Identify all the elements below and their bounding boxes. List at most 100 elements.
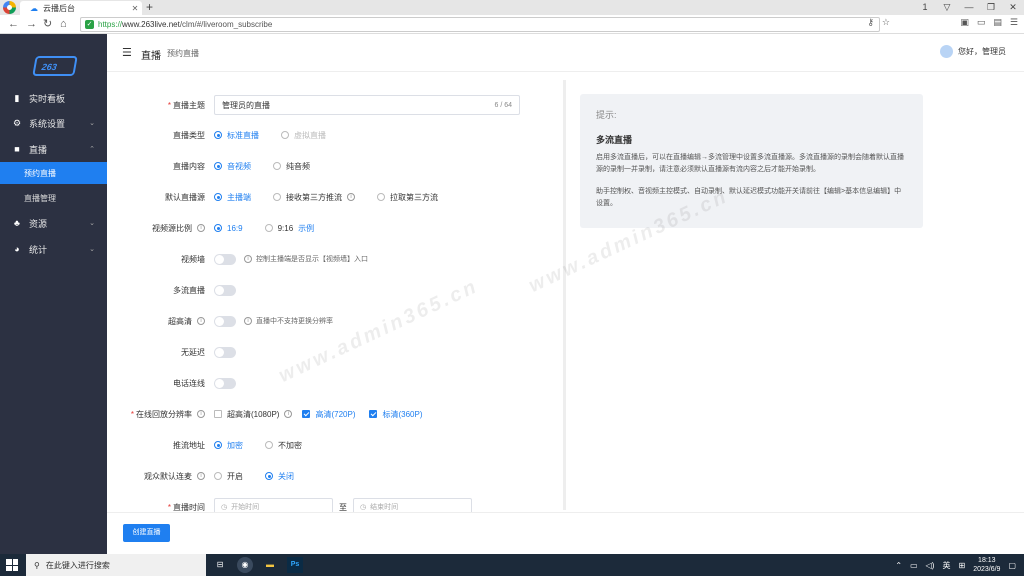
avatar bbox=[940, 45, 953, 58]
sidebar-subitem-label: 直播管理 bbox=[24, 193, 56, 203]
photoshop-icon[interactable]: Ps bbox=[287, 557, 303, 573]
menu-toggle-icon[interactable]: ☰ bbox=[122, 46, 132, 59]
home-icon[interactable]: ⌂ bbox=[60, 15, 67, 34]
tips-header: 提示: bbox=[596, 110, 617, 120]
sidebar-item-resources[interactable]: ♣ 资源 ⌄ bbox=[0, 212, 107, 234]
info-icon: i bbox=[244, 255, 252, 263]
close-window-icon[interactable]: ✕ bbox=[1002, 0, 1024, 15]
radio-encrypted[interactable]: 加密 bbox=[214, 440, 243, 451]
tips-title: 多流直播 bbox=[596, 135, 633, 145]
checkbox-1080p[interactable]: 超高清(1080P) i bbox=[214, 409, 293, 420]
sidebar-item-scheduled-live[interactable]: 预约直播 bbox=[0, 162, 107, 184]
sidebar-item-live[interactable]: ■ 直播 ⌃ bbox=[0, 138, 107, 160]
nodelay-toggle[interactable] bbox=[214, 346, 236, 358]
translate-icon[interactable]: ▤ bbox=[993, 17, 1002, 28]
sidebar-item-dashboard[interactable]: ▮ 实时看板 bbox=[0, 87, 107, 109]
field-label: 直播类型 bbox=[173, 130, 205, 140]
radio-virtual-live[interactable]: 虚拟直播 bbox=[281, 130, 326, 141]
extension-icons: ▣ ▭ ▤ ☰ bbox=[960, 17, 1018, 28]
volume-icon[interactable]: ◁) bbox=[926, 561, 935, 570]
example-link[interactable]: 示例 bbox=[298, 223, 314, 234]
sidebar-item-statistics[interactable]: ◕ 统计 ⌄ bbox=[0, 238, 107, 260]
network-icon[interactable]: ▭ bbox=[910, 561, 918, 570]
browser-logo-icon[interactable] bbox=[3, 1, 16, 14]
field-label: 超高清 i bbox=[168, 316, 205, 327]
close-tab-icon[interactable]: ✕ bbox=[128, 4, 142, 13]
browser-tab[interactable]: ☁ 云播后台 ✕ bbox=[20, 1, 142, 15]
tray-up-icon[interactable]: ⌃ bbox=[895, 561, 902, 570]
forward-icon[interactable]: → bbox=[26, 15, 37, 34]
help-icon[interactable]: i bbox=[347, 193, 355, 201]
key-icon[interactable]: ⚷ bbox=[867, 17, 874, 28]
radio-ratio-9-16[interactable]: 9:16 bbox=[264, 224, 293, 233]
clock-icon: ◷ bbox=[360, 504, 367, 511]
radio-audio-video[interactable]: 音视频 bbox=[214, 161, 251, 172]
user-menu[interactable]: 您好，管理员 bbox=[940, 45, 1006, 58]
field-label: * 在线回放分辨率 i bbox=[131, 409, 205, 420]
subject-input[interactable]: 管理员的直播 6 / 64 bbox=[214, 95, 520, 115]
browser-menu-icon[interactable]: ☰ bbox=[1010, 17, 1018, 28]
browser-app-icon[interactable]: ◉ bbox=[237, 557, 253, 573]
radio-standard-live[interactable]: 标准直播 bbox=[214, 130, 259, 141]
windows-start-icon[interactable] bbox=[6, 559, 18, 571]
url-host: www.263live.net bbox=[122, 20, 180, 29]
field-label: * 直播时间 bbox=[167, 502, 205, 512]
radio-receive-push[interactable]: 接收第三方推流 i bbox=[273, 192, 355, 203]
checkbox-720p[interactable]: 高清(720P) bbox=[302, 409, 355, 420]
clock-date: 2023/6/9 bbox=[973, 566, 1001, 573]
window-count-icon[interactable]: 1 bbox=[914, 0, 936, 15]
radio-audio-only[interactable]: 纯音频 bbox=[273, 161, 310, 172]
multistream-control bbox=[214, 284, 244, 296]
videowall-toggle[interactable] bbox=[214, 253, 236, 265]
hd-toggle[interactable] bbox=[214, 315, 236, 327]
bookmark-star-icon[interactable]: ☆ bbox=[882, 17, 890, 28]
reload-icon[interactable]: ↻ bbox=[43, 15, 52, 34]
back-icon[interactable]: ← bbox=[8, 15, 19, 34]
help-icon: i bbox=[197, 472, 205, 480]
page-subtitle: 预约直播 bbox=[167, 49, 199, 58]
task-view-icon[interactable]: ⊟ bbox=[212, 557, 228, 573]
notification-icon[interactable]: ▢ bbox=[1008, 561, 1016, 570]
radio-pull-stream[interactable]: 拉取第三方流 bbox=[377, 192, 438, 203]
skin-icon[interactable]: ▽ bbox=[936, 0, 958, 15]
file-explorer-icon[interactable]: ▬ bbox=[262, 557, 278, 573]
phone-toggle[interactable] bbox=[214, 377, 236, 389]
sidebar: 263 ▮ 实时看板 ⚙ 系统设置 ⌄ ■ 直播 ⌃ 预约直播 直播管理 ♣ 资… bbox=[0, 34, 107, 554]
radio-ratio-16-9[interactable]: 16:9 bbox=[214, 224, 243, 233]
form-row-content: 直播内容 音视频 纯音频 bbox=[107, 157, 567, 175]
sidebar-item-live-management[interactable]: 直播管理 bbox=[0, 187, 107, 209]
form-scrollbar[interactable] bbox=[563, 80, 566, 510]
info-icon: i bbox=[244, 317, 252, 325]
windows-taskbar: ⚲ 在此键入进行搜索 ⊟ ◉ ▬ Ps ⌃ ▭ ◁) 英 ⊞ 18:13 202… bbox=[0, 554, 1024, 576]
form-row-subject: * 直播主题 管理员的直播 6 / 64 bbox=[107, 95, 567, 115]
type-radio-group: 标准直播 虚拟直播 bbox=[214, 130, 348, 141]
help-icon: i bbox=[197, 224, 205, 232]
maximize-icon[interactable]: ❐ bbox=[980, 0, 1002, 15]
download-icon[interactable]: ▭ bbox=[977, 17, 986, 28]
create-live-button[interactable]: 创建直播 bbox=[123, 524, 170, 542]
form-row-push: 推流地址 加密 不加密 bbox=[107, 436, 567, 454]
radio-mic-off[interactable]: 关闭 bbox=[265, 471, 294, 482]
extension-icon[interactable]: ▣ bbox=[960, 17, 969, 28]
field-label: 视频墙 bbox=[181, 254, 205, 264]
input-language[interactable]: 英 bbox=[942, 560, 950, 571]
field-label: 默认直播源 bbox=[165, 192, 205, 202]
form-row-type: 直播类型 标准直播 虚拟直播 bbox=[107, 126, 567, 144]
radio-unencrypted[interactable]: 不加密 bbox=[265, 440, 302, 451]
resources-icon: ♣ bbox=[14, 218, 20, 228]
new-tab-button[interactable]: + bbox=[146, 0, 153, 14]
ime-icon[interactable]: ⊞ bbox=[958, 561, 965, 570]
url-field[interactable]: ✓ https://www.263live.net/clm/#/liveroom… bbox=[80, 17, 880, 32]
sidebar-subitem-label: 预约直播 bbox=[24, 168, 56, 178]
sidebar-item-settings[interactable]: ⚙ 系统设置 ⌄ bbox=[0, 112, 107, 134]
radio-host-source[interactable]: 主播端 bbox=[214, 192, 251, 203]
checkbox-360p[interactable]: 标清(360P) bbox=[369, 409, 423, 420]
multistream-toggle[interactable] bbox=[214, 284, 236, 296]
form-row-mic: 观众默认连麦 i 开启 关闭 bbox=[107, 467, 567, 485]
push-radio-group: 加密 不加密 bbox=[214, 440, 324, 451]
form-row-source: 默认直播源 主播端 接收第三方推流 i 拉取第三方流 bbox=[107, 188, 567, 206]
taskbar-search[interactable]: ⚲ 在此键入进行搜索 bbox=[26, 554, 206, 576]
taskbar-clock[interactable]: 18:13 2023/6/9 bbox=[973, 556, 1000, 574]
minimize-icon[interactable]: — bbox=[958, 0, 980, 15]
radio-mic-on[interactable]: 开启 bbox=[214, 471, 243, 482]
